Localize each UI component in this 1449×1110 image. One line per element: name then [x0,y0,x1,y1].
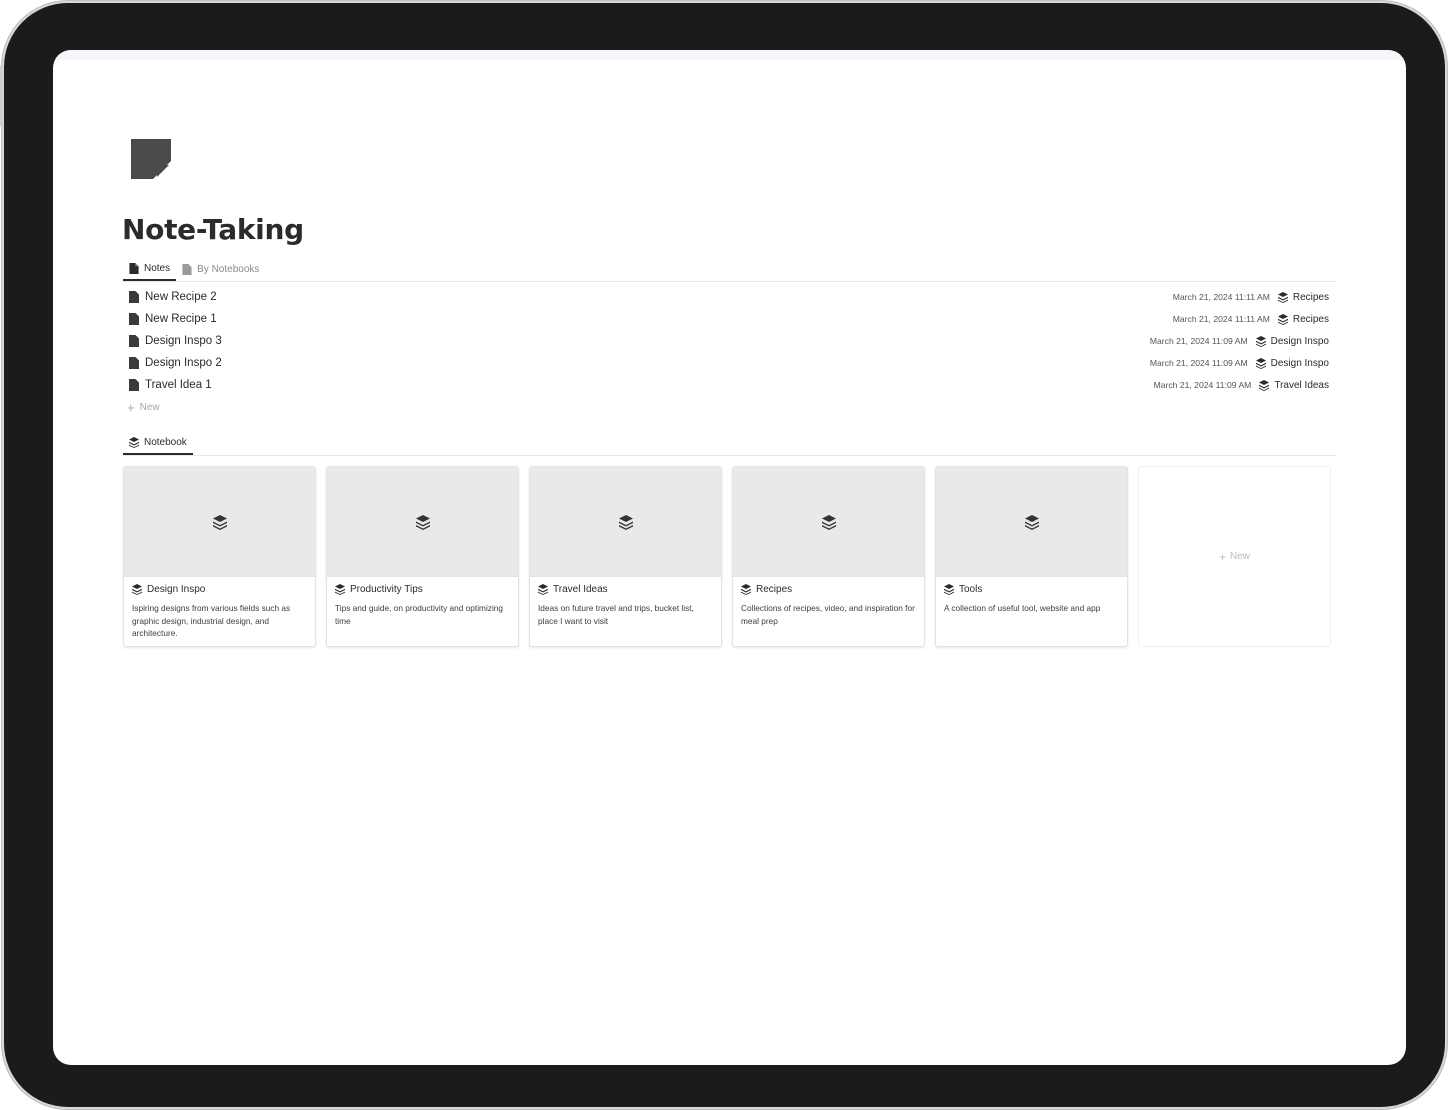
notes-list: New Recipe 2 March 21, 2024 11:11 AM Rec… [123,286,1335,396]
add-note-button[interactable]: + New [127,400,160,415]
note-date: March 21, 2024 11:11 AM [1172,292,1270,302]
page-icon [129,291,139,303]
tab-notebook[interactable]: Notebook [123,431,193,455]
notebook-name: Recipes [1292,313,1329,325]
note-title: Design Inspo 2 [145,357,222,369]
layers-icon [212,514,227,530]
notebook-card[interactable]: Tools A collection of useful tool, websi… [935,466,1128,647]
list-item[interactable]: New Recipe 1 March 21, 2024 11:11 AM Rec… [123,308,1335,330]
card-description: Ispiring designs from various fields suc… [132,603,291,638]
tab-by-notebooks[interactable]: By Notebooks [176,257,265,281]
stack-icon [538,584,548,595]
add-note-label: New [139,402,160,413]
card-description: Collections of recipes, video, and inspi… [741,603,915,626]
add-notebook-button[interactable]: + New [1138,466,1331,647]
volume-button [0,65,3,127]
note-title: Design Inspo 3 [145,335,222,347]
stack-icon [1277,291,1288,303]
card-cover [936,467,1127,577]
card-title: Design Inspo [147,584,206,595]
status-bar-area [53,50,1406,60]
card-title: Recipes [756,584,793,595]
card-title: Productivity Tips [350,584,423,595]
notebook-link[interactable]: Travel Ideas [1259,379,1329,391]
notebook-card[interactable]: Recipes Collections of recipes, video, a… [732,466,925,647]
list-item[interactable]: Design Inspo 2 March 21, 2024 11:09 AM D… [123,352,1335,374]
note-title: New Recipe 2 [145,291,217,303]
notebook-gallery: Design Inspo Ispiring designs from vario… [123,466,1331,647]
card-cover [124,467,315,577]
stack-icon [1255,335,1266,347]
page-icon [129,357,139,369]
notebook-name: Travel Ideas [1274,379,1329,391]
layers-icon [415,514,430,530]
card-cover [733,467,924,577]
tab-label: By Notebooks [197,263,260,275]
gallery-tabs: Notebook [123,431,193,455]
notebook-card[interactable]: Travel Ideas Ideas on future travel and … [529,466,722,647]
page-icon [129,335,139,347]
card-description: Tips and guide, on productivity and opti… [335,603,504,626]
plus-icon: + [127,400,135,415]
page-title: Note-Taking [122,213,304,246]
notebook-name: Design Inspo [1270,357,1329,369]
notebook-link[interactable]: Design Inspo [1255,357,1329,369]
notebook-link[interactable]: Recipes [1277,313,1329,325]
card-title: Travel Ideas [553,584,608,595]
page-icon [182,263,192,275]
notebook-link[interactable]: Recipes [1277,291,1329,303]
view-tabs: Notes By Notebooks [123,257,265,281]
stack-icon [1259,379,1270,391]
list-item[interactable]: New Recipe 2 March 21, 2024 11:11 AM Rec… [123,286,1335,308]
page-icon [129,379,139,391]
app-screen: Note-Taking Notes By Notebooks New Recip… [53,50,1406,1065]
page-icon [129,313,139,325]
stack-icon [944,584,954,595]
stack-icon [1277,313,1288,325]
notebook-name: Design Inspo [1270,335,1329,347]
stack-icon [132,584,142,595]
note-title: New Recipe 1 [145,313,217,325]
layers-icon [821,514,836,530]
stack-icon [129,436,139,448]
note-date: March 21, 2024 11:09 AM [1149,358,1248,368]
notebook-link[interactable]: Design Inspo [1255,335,1329,347]
add-notebook-label: New [1230,551,1251,562]
notebook-name: Recipes [1292,291,1329,303]
card-cover [530,467,721,577]
layers-icon [1024,514,1039,530]
list-item[interactable]: Travel Idea 1 March 21, 2024 11:09 AM Tr… [123,374,1335,396]
card-title: Tools [959,584,983,595]
layers-icon [618,514,633,530]
card-description: Ideas on future travel and trips, bucket… [538,603,694,626]
divider [123,455,1337,456]
card-cover [327,467,518,577]
plus-icon: + [1218,549,1226,564]
note-date: March 21, 2024 11:11 AM [1172,314,1270,324]
tab-notes[interactable]: Notes [123,257,177,281]
card-description: A collection of useful tool, website and… [944,603,1101,613]
divider [123,281,1337,282]
stack-icon [1255,357,1266,369]
tab-label: Notes [144,262,171,274]
note-date: March 21, 2024 11:09 AM [1153,380,1252,390]
notebook-card[interactable]: Productivity Tips Tips and guide, on pro… [326,466,519,647]
stack-icon [741,584,751,595]
list-item[interactable]: Design Inspo 3 March 21, 2024 11:09 AM D… [123,330,1335,352]
note-title: Travel Idea 1 [145,379,212,391]
sticky-note-icon[interactable] [131,139,171,179]
page-icon [129,262,139,274]
note-date: March 21, 2024 11:09 AM [1149,336,1248,346]
stack-icon [335,584,345,595]
notebook-card[interactable]: Design Inspo Ispiring designs from vario… [123,466,316,647]
tablet-frame: Note-Taking Notes By Notebooks New Recip… [0,3,1445,1107]
tab-label: Notebook [144,436,187,448]
